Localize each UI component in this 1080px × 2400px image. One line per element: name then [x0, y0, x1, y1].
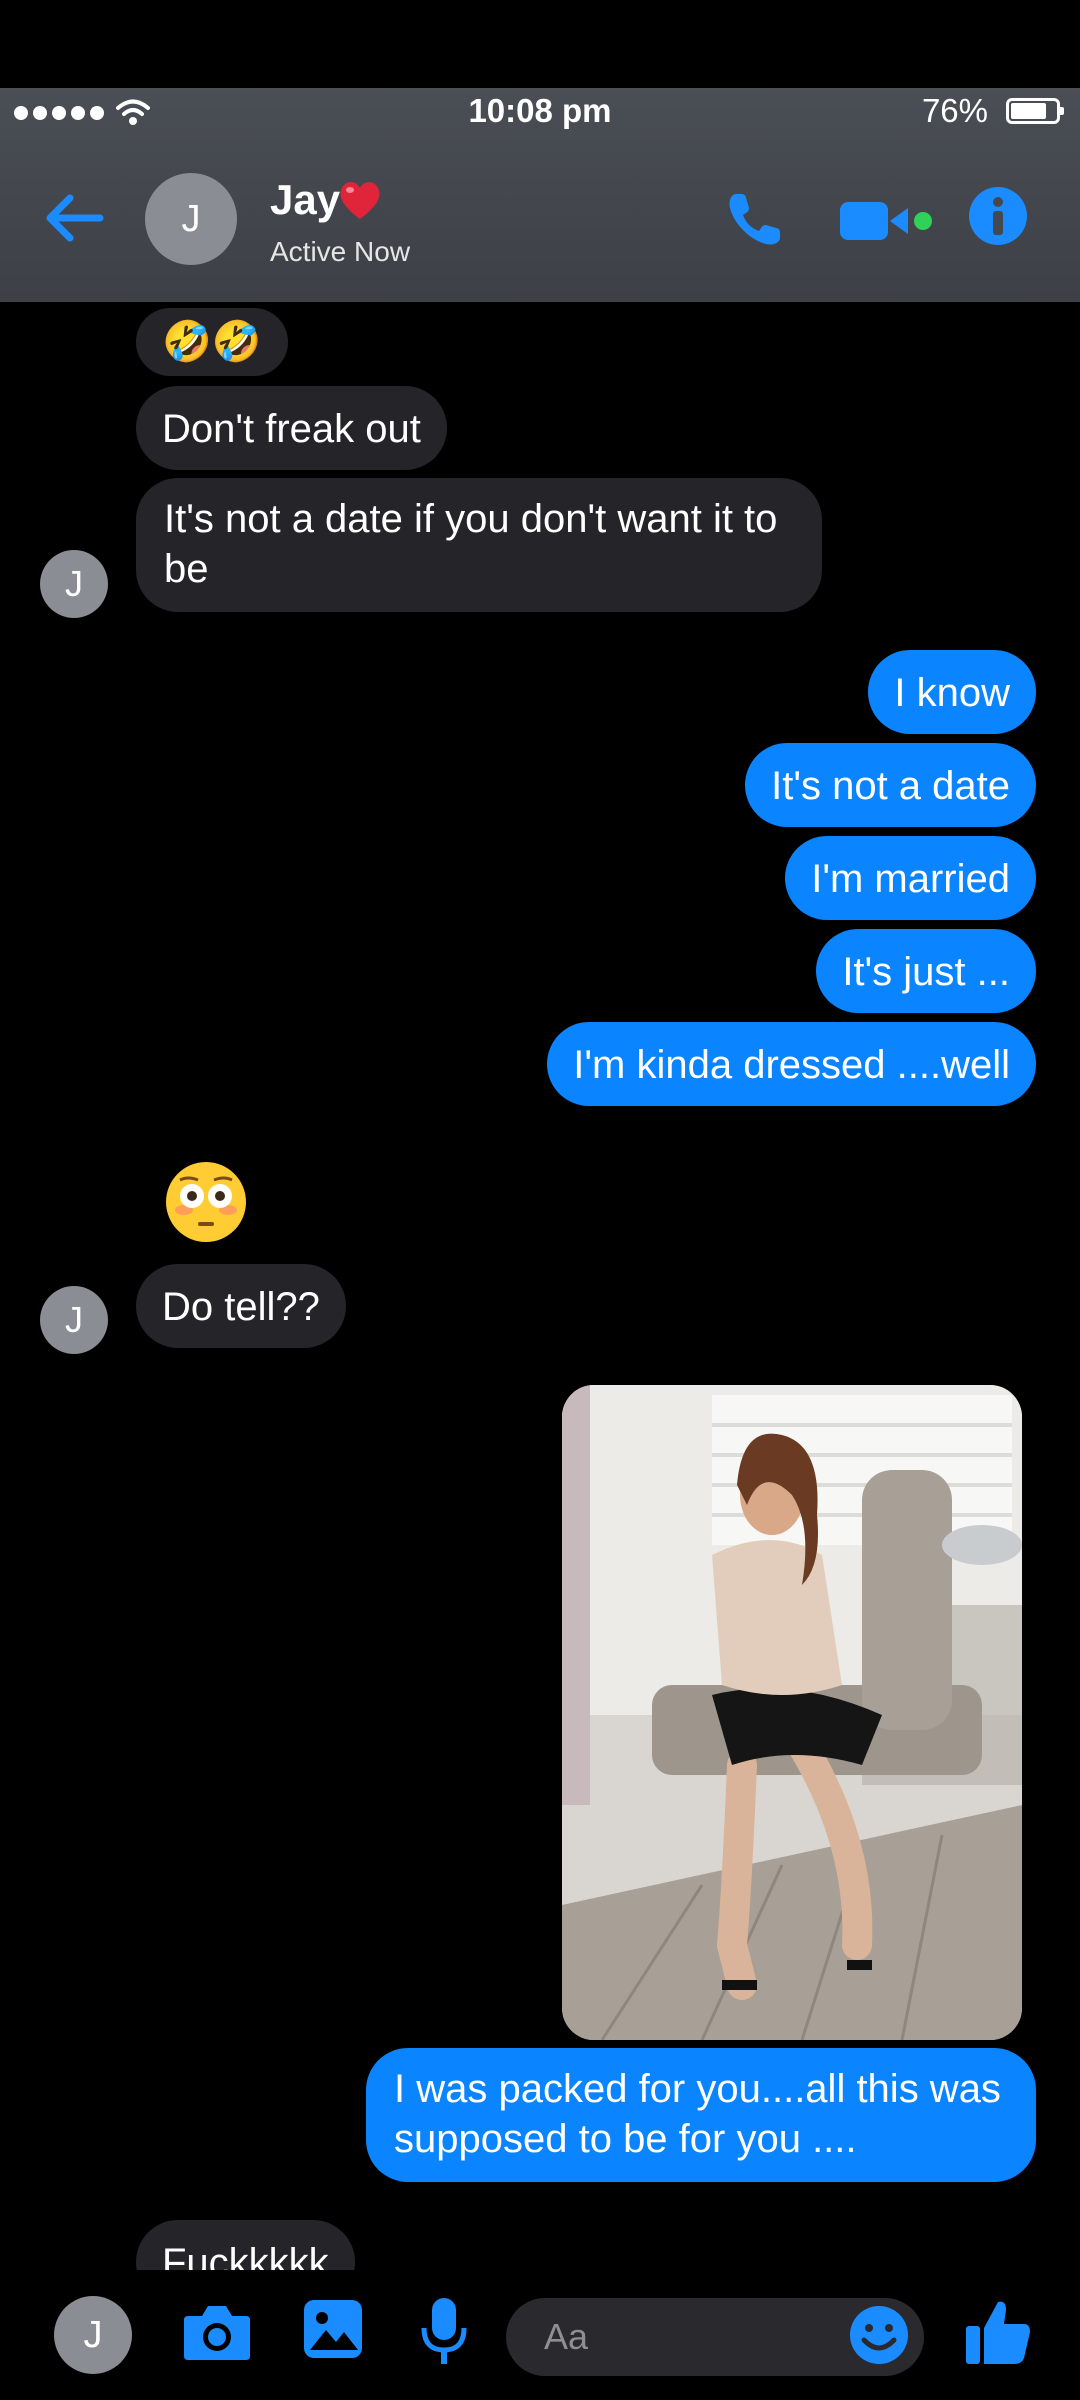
microphone-icon[interactable]: [418, 2296, 470, 2368]
outgoing-message: It's not a date: [745, 743, 1036, 827]
contact-avatar-small[interactable]: J: [40, 1286, 108, 1354]
clock: 10:08 pm: [468, 92, 612, 129]
outgoing-message: I know: [868, 650, 1036, 734]
phone-icon[interactable]: [722, 188, 786, 252]
top-strip: [0, 0, 1080, 88]
info-icon[interactable]: [966, 184, 1030, 248]
battery-percentage: 76%: [921, 92, 988, 129]
video-icon[interactable]: [836, 196, 936, 246]
flushed-face-emoji: [166, 1162, 246, 1242]
outgoing-message: It's just ...: [816, 929, 1036, 1013]
incoming-message: Do tell??: [136, 1264, 346, 1348]
composer-bar: J: [0, 2270, 1080, 2400]
thumbs-up-icon[interactable]: [964, 2296, 1032, 2368]
heart-icon: [340, 182, 380, 219]
outgoing-message: I'm kinda dressed ....well: [547, 1022, 1036, 1106]
user-avatar[interactable]: J: [54, 2296, 132, 2374]
incoming-message: Don't freak out: [136, 386, 447, 470]
contact-avatar-small[interactable]: J: [40, 550, 108, 618]
photo-woman-seated: [562, 1385, 1022, 2040]
incoming-message: It's not a date if you don't want it to …: [136, 478, 822, 612]
outgoing-message: I was packed for you....all this was sup…: [366, 2048, 1036, 2182]
contact-name[interactable]: Jay: [270, 176, 340, 224]
contact-avatar[interactable]: J: [145, 173, 237, 265]
chat-header: 10:08 pm 76% J Jay Active Now: [0, 88, 1080, 302]
active-status: Active Now: [270, 236, 411, 267]
gallery-icon[interactable]: [302, 2298, 364, 2360]
camera-icon[interactable]: [182, 2300, 252, 2364]
back-arrow-icon[interactable]: [40, 188, 110, 248]
outgoing-message: I'm married: [785, 836, 1036, 920]
status-bar: 10:08 pm 76%: [0, 88, 1080, 138]
incoming-message: 🤣🤣: [136, 308, 288, 376]
shared-photo[interactable]: [562, 1385, 1022, 2040]
battery-icon: [1006, 98, 1064, 124]
emoji-icon[interactable]: [848, 2304, 910, 2366]
